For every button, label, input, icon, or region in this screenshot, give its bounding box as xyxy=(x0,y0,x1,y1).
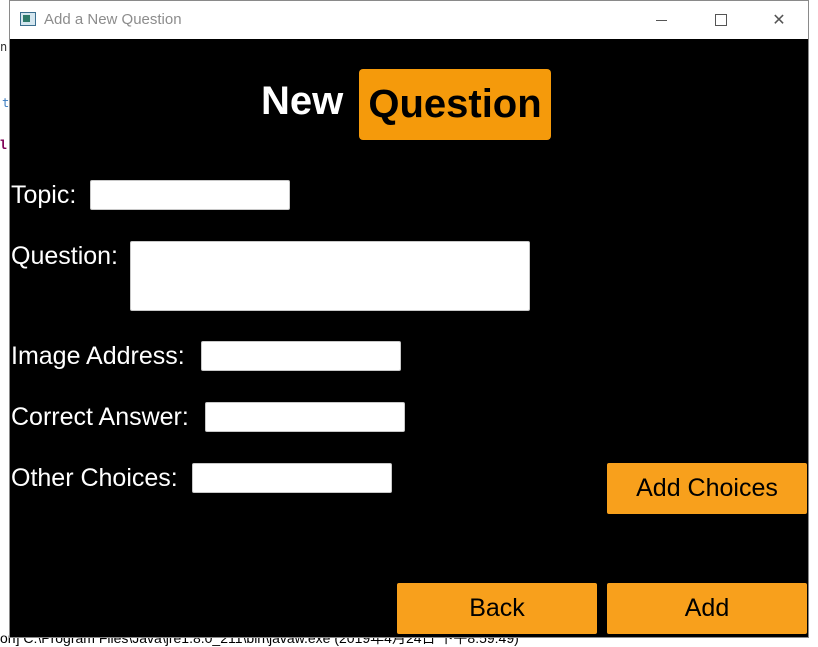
maximize-button[interactable] xyxy=(698,1,744,39)
title-bar[interactable]: Add a New Question ✕ xyxy=(10,1,808,40)
maximize-icon xyxy=(715,14,727,26)
window-title: Add a New Question xyxy=(44,11,182,28)
other-choices-label: Other Choices: xyxy=(11,464,178,492)
correct-answer-label: Correct Answer: xyxy=(11,403,189,431)
correct-answer-input[interactable] xyxy=(205,402,405,432)
dialog-window: Add a New Question ✕ New Question Topic:… xyxy=(9,0,809,638)
add-button[interactable]: Add xyxy=(607,583,807,634)
back-button[interactable]: Back xyxy=(397,583,597,634)
app-icon xyxy=(20,12,36,26)
ide-fragment: l xyxy=(0,138,8,152)
image-address-label: Image Address: xyxy=(11,342,185,370)
question-label: Question: xyxy=(11,242,119,270)
ide-fragment: n xyxy=(0,40,8,54)
heading-question: Question xyxy=(359,69,551,140)
minimize-icon xyxy=(655,19,667,21)
image-address-input[interactable] xyxy=(201,341,401,371)
other-choices-input[interactable] xyxy=(192,463,392,493)
heading-new: New xyxy=(261,79,344,123)
add-choices-button[interactable]: Add Choices xyxy=(607,463,807,514)
question-textarea[interactable] xyxy=(130,241,530,311)
topic-label: Topic: xyxy=(11,181,77,209)
close-icon: ✕ xyxy=(772,12,786,29)
close-button[interactable]: ✕ xyxy=(756,1,802,39)
topic-input[interactable] xyxy=(90,180,290,210)
form-panel: New Question Topic: Question: Image Addr… xyxy=(10,39,808,637)
minimize-button[interactable] xyxy=(638,1,684,39)
